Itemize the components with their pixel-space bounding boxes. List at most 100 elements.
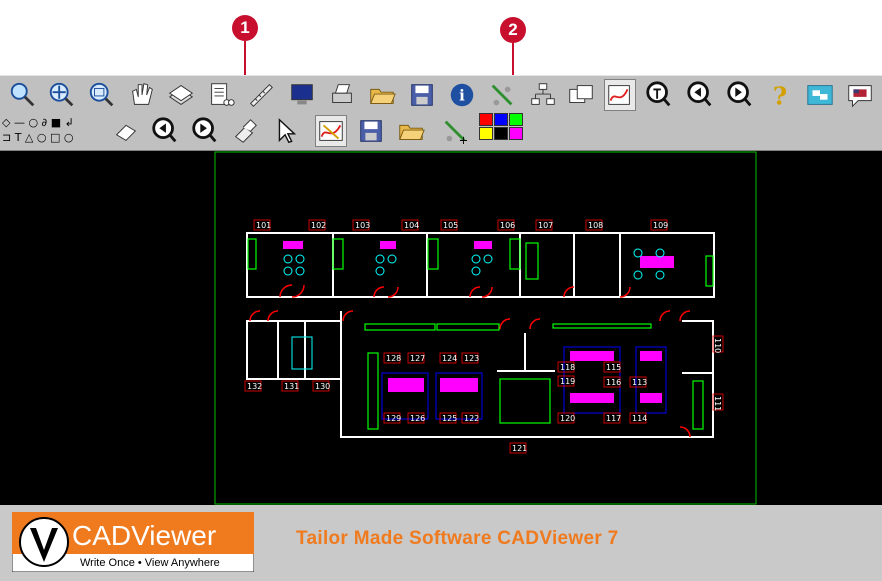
zoom-extents-icon: [49, 82, 74, 107]
color-swatch[interactable]: [509, 127, 523, 140]
room-label: 131: [281, 380, 299, 392]
redline-edit-button[interactable]: [315, 115, 347, 147]
room-label: 132: [244, 380, 262, 392]
room-label: 115: [603, 361, 621, 373]
save-icon: [411, 84, 433, 106]
svg-text:130: 130: [315, 382, 330, 391]
svg-text:103: 103: [355, 221, 370, 230]
open-redline-icon: [399, 124, 425, 140]
svg-text:114: 114: [632, 414, 647, 423]
select-arrow-button[interactable]: [270, 115, 302, 147]
printer-icon: [332, 84, 352, 103]
save-button[interactable]: [406, 79, 438, 111]
color-swatch[interactable]: [479, 113, 493, 126]
svg-text:106: 106: [500, 221, 515, 230]
next-redline-button[interactable]: [189, 115, 221, 147]
network-add-button[interactable]: +: [439, 115, 471, 147]
color-swatch[interactable]: [479, 127, 493, 140]
room-label: 114: [629, 412, 647, 424]
help-button[interactable]: ?: [764, 79, 796, 111]
eraser-button[interactable]: [110, 115, 142, 147]
room-label: 104: [401, 219, 419, 231]
room-label: 120: [557, 412, 575, 424]
svg-text:109: 109: [653, 221, 668, 230]
clear-button[interactable]: [229, 115, 261, 147]
room-label: 108: [585, 219, 603, 231]
callout-1: 1: [232, 15, 258, 41]
redline-edit-icon: [319, 121, 343, 141]
measure-button[interactable]: [245, 79, 277, 111]
magnify-button[interactable]: [643, 79, 675, 111]
info-button[interactable]: i: [446, 79, 478, 111]
info-icon: i: [450, 83, 474, 107]
color-palette[interactable]: [479, 113, 527, 142]
color-swatch[interactable]: [509, 113, 523, 126]
hierarchy-button[interactable]: [527, 79, 559, 111]
layers-button[interactable]: [165, 79, 197, 111]
svg-text:128: 128: [386, 354, 401, 363]
room-label: 126: [407, 412, 425, 424]
zoom-in-icon: [10, 82, 35, 107]
floor-plan-drawing[interactable]: 101 102 103 104 105 106 107 108 109 132 131 130 128 1…: [0, 151, 882, 505]
shape-tools-row1[interactable]: ◇ — ○ ∂ ■ ↲: [2, 115, 102, 130]
room-label: 123: [461, 352, 479, 364]
zoom-window-icon: [89, 82, 114, 107]
room-label: 118: [557, 361, 575, 373]
zoom-extents-button[interactable]: [46, 79, 78, 111]
shape-tools-row2[interactable]: ⊐ T △ ○ □ ○: [2, 130, 102, 145]
network-button[interactable]: [486, 79, 518, 111]
svg-text:102: 102: [311, 221, 326, 230]
color-swatch[interactable]: [494, 127, 508, 140]
room-label: 109: [650, 219, 668, 231]
pan-button[interactable]: [126, 79, 158, 111]
previous-redline-button[interactable]: [149, 115, 181, 147]
room-label: 111: [712, 393, 724, 411]
next-view-button[interactable]: [724, 79, 756, 111]
shape-tools[interactable]: ◇ — ○ ∂ ■ ↲ ⊐ T △ ○ □ ○: [2, 115, 102, 147]
compare-icon: [569, 85, 593, 103]
zoom-window-button[interactable]: [86, 79, 118, 111]
cadviewer-logo: CADViewer Write Once • View Anywhere: [12, 512, 254, 572]
room-label: 102: [308, 219, 326, 231]
svg-text:131: 131: [284, 382, 299, 391]
room-label: 113: [629, 376, 647, 388]
drawing-canvas[interactable]: 101 102 103 104 105 106 107 108 109 132 131 130 128 1…: [0, 151, 882, 505]
drawing-border: [214, 151, 757, 505]
svg-text:123: 123: [464, 354, 479, 363]
redline-toolbar: +: [0, 113, 882, 151]
screen-button[interactable]: [286, 79, 318, 111]
open-folder-icon: [370, 88, 396, 104]
svg-text:127: 127: [410, 354, 425, 363]
printer-button[interactable]: [326, 79, 358, 111]
redline-button[interactable]: [604, 79, 636, 111]
svg-text:132: 132: [247, 382, 262, 391]
language-button[interactable]: [844, 79, 876, 111]
room-label: 130: [312, 380, 330, 392]
open-folder-button[interactable]: [366, 79, 398, 111]
hierarchy-icon: [531, 83, 555, 105]
room-label: 128: [383, 352, 401, 364]
color-swatch[interactable]: [494, 113, 508, 126]
svg-text:?: ?: [773, 81, 787, 110]
svg-text:104: 104: [404, 221, 419, 230]
layers-icon: [168, 85, 194, 105]
open-redline-button[interactable]: [395, 115, 427, 147]
room-label: 103: [352, 219, 370, 231]
print-list-icon: [211, 83, 235, 106]
redline-icon: [608, 85, 630, 105]
compare-button[interactable]: [565, 79, 597, 111]
footer-title: Tailor Made Software CADViewer 7: [296, 528, 619, 549]
previous-view-button[interactable]: [684, 79, 716, 111]
logo-tagline: Write Once • View Anywhere: [80, 557, 220, 569]
print-list-button[interactable]: [205, 79, 237, 111]
help-icon: ?: [773, 81, 787, 110]
room-label: 124: [439, 352, 457, 364]
screen-icon: [291, 84, 313, 105]
save-redline-button[interactable]: [355, 115, 387, 147]
zoom-in-button[interactable]: [7, 79, 39, 111]
previous-redline-icon: [152, 117, 177, 143]
eraser-icon: [115, 124, 137, 141]
svg-text:119: 119: [560, 377, 575, 386]
toggle-button[interactable]: [804, 79, 836, 111]
room-label: 107: [535, 219, 553, 231]
